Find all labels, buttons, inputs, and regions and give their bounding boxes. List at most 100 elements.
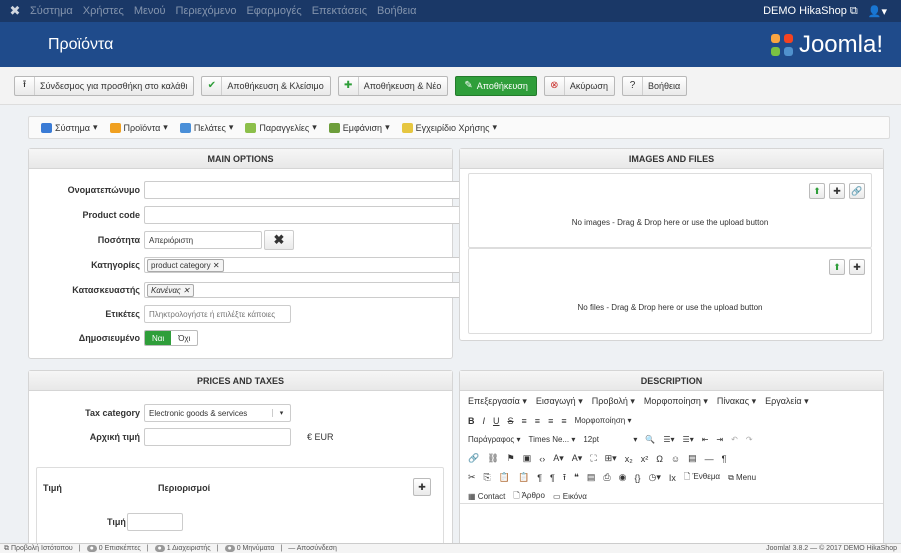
upload-icon[interactable]: ⭱	[563, 470, 566, 486]
published-no[interactable]: Όχι	[171, 333, 198, 343]
bold-icon[interactable]: B	[468, 416, 475, 426]
files-dropzone[interactable]: ⬆ ✚ No files - Drag & Drop here or use t…	[468, 248, 872, 334]
cut-icon[interactable]: ✂	[468, 472, 476, 483]
bullet-list-icon[interactable]: ☰▾	[663, 435, 674, 444]
cancel-button[interactable]: ⊗ Ακύρωση	[543, 75, 615, 96]
site-link[interactable]: DEMO HikaShop ⧉	[763, 5, 858, 18]
menu-users[interactable]: Χρήστες	[83, 5, 124, 17]
font-dropdown[interactable]: Times Ne... ▾	[529, 435, 576, 444]
manufacturer-input[interactable]: Κανένας ✕	[144, 282, 461, 298]
tags-input[interactable]	[144, 305, 291, 323]
print-icon[interactable]: ⎙	[603, 472, 610, 483]
published-yes[interactable]: Ναι	[145, 331, 172, 345]
view-site-link[interactable]: ⧉ Προβολή Ιστότοπου	[4, 545, 73, 553]
copy-icon[interactable]: ⎘	[484, 472, 491, 483]
subscript-icon[interactable]: x₂	[625, 454, 633, 464]
bookmark-icon[interactable]: ⚑	[507, 453, 515, 464]
menu-content[interactable]: Περιεχόμενο	[176, 5, 237, 17]
size-chevron-icon[interactable]: ▾	[633, 435, 637, 444]
emoticons-icon[interactable]: ☺	[671, 454, 680, 464]
editor-menu-insert[interactable]: Εισαγωγή ▾	[536, 396, 583, 407]
categories-input[interactable]: product category ✕	[144, 257, 461, 273]
insert-button[interactable]: 🗋 Ένθεμα	[684, 471, 720, 485]
paragraph-mark-icon[interactable]: ¶	[722, 454, 727, 464]
numbered-list-icon[interactable]: ☰▾	[683, 435, 694, 444]
text-color-icon[interactable]: A▾	[553, 453, 564, 464]
hmenu-manual[interactable]: Εγχειρίδιο Χρήσης ▾	[401, 122, 497, 133]
add-image-button[interactable]: ✚	[829, 183, 845, 199]
hmenu-customers[interactable]: Πελάτες ▾	[179, 122, 233, 133]
clear-format-icon[interactable]: Ix	[669, 473, 676, 483]
category-tag[interactable]: product category ✕	[147, 258, 224, 272]
paste-text-icon[interactable]: 📋	[518, 472, 529, 483]
image-icon[interactable]: ▣	[523, 453, 532, 464]
user-icon[interactable]: 👤▾	[868, 5, 887, 18]
tax-category-select[interactable]: Electronic goods & services ▾	[144, 404, 291, 422]
strikethrough-icon[interactable]: S	[508, 416, 514, 426]
source-icon[interactable]: {}	[634, 473, 640, 483]
contact-button[interactable]: ▦ Contact	[468, 492, 505, 501]
template-icon[interactable]: ▤	[587, 472, 596, 483]
hmenu-system[interactable]: Σύστημα ▾	[41, 122, 98, 133]
align-left-icon[interactable]: ≡	[522, 416, 527, 426]
align-center-icon[interactable]: ≡	[535, 416, 540, 426]
underline-icon[interactable]: U	[493, 416, 500, 426]
add-file-button[interactable]: ✚	[849, 259, 865, 275]
messages-badge[interactable]: ● 0 Μηνύματα	[224, 545, 274, 552]
save-new-button[interactable]: ✚ Αποθήκευση & Νέο	[337, 75, 449, 96]
logout-link[interactable]: — Αποσύνδεση	[288, 545, 337, 552]
hmenu-products[interactable]: Προϊόντα ▾	[109, 122, 168, 133]
unlink-icon[interactable]: ⛓	[487, 453, 498, 464]
background-color-icon[interactable]: A▾	[572, 453, 583, 464]
formats-dropdown[interactable]: Μορφοποίηση ▾	[575, 416, 632, 425]
menu-components[interactable]: Εφαρμογές	[246, 5, 301, 17]
clear-quantity-button[interactable]: ✖	[264, 230, 294, 250]
editor-menu-table[interactable]: Πίνακας ▾	[717, 396, 756, 407]
save-button[interactable]: ✎ Αποθήκευση	[455, 75, 537, 96]
superscript-icon[interactable]: x²	[641, 454, 649, 464]
redo-icon[interactable]: ↷	[746, 435, 753, 444]
add-to-cart-link-button[interactable]: ⭱ Σύνδεσμος για προσθήκη στο καλάθι	[14, 75, 195, 96]
upload-file-button[interactable]: ⬆	[829, 259, 845, 275]
article-button[interactable]: 🗋 Άρθρο	[513, 490, 545, 504]
hmenu-display[interactable]: Εμφάνιση ▾	[328, 122, 390, 133]
hr-icon[interactable]: —	[705, 454, 714, 464]
ltr-icon[interactable]: ¶	[537, 473, 542, 483]
admins-badge[interactable]: ● 1 Διαχειριστής	[154, 545, 211, 552]
code-icon[interactable]: ‹›	[539, 454, 545, 464]
special-char-icon[interactable]: Ω	[656, 454, 663, 464]
italic-icon[interactable]: I	[483, 416, 486, 426]
paste-icon[interactable]: 📋	[499, 472, 510, 483]
outdent-icon[interactable]: ⇤	[702, 435, 709, 444]
preview-icon[interactable]: ◉	[619, 472, 627, 483]
undo-icon[interactable]: ↶	[731, 435, 738, 444]
rtl-icon[interactable]: ¶	[550, 473, 555, 483]
initial-price-input[interactable]	[144, 428, 291, 446]
menu-system[interactable]: Σύστημα	[30, 5, 73, 17]
price-input[interactable]	[127, 513, 183, 531]
joomla-menu-icon[interactable]: ✖	[0, 3, 30, 19]
editor-menu-edit[interactable]: Επεξεργασία ▾	[468, 396, 527, 407]
images-dropzone[interactable]: ⬆ ✚ 🔗 No images - Drag & Drop here or us…	[468, 173, 872, 248]
hmenu-orders[interactable]: Παραγγελίες ▾	[245, 122, 317, 133]
manufacturer-tag[interactable]: Κανένας ✕	[147, 283, 194, 297]
name-input[interactable]	[144, 181, 461, 199]
add-price-button[interactable]: ✚	[413, 478, 431, 496]
menu-extensions[interactable]: Επεκτάσεις	[312, 5, 367, 17]
image-button[interactable]: ▭ Εικόνα	[553, 492, 587, 501]
link-icon[interactable]: 🔗	[468, 453, 479, 464]
visitors-badge[interactable]: ● 0 Επισκέπτες	[86, 545, 141, 552]
menu-button[interactable]: ⧉ Menu	[728, 473, 756, 483]
remove-tag-icon[interactable]: ✕	[183, 286, 190, 295]
table-icon[interactable]: ⊞▾	[605, 453, 617, 464]
media-icon[interactable]: ▤	[688, 453, 697, 464]
editor-menu-tools[interactable]: Εργαλεία ▾	[765, 396, 809, 407]
help-button[interactable]: ? Βοήθεια	[621, 75, 688, 96]
save-close-button[interactable]: ✔ Αποθήκευση & Κλείσιμο	[201, 75, 331, 96]
align-right-icon[interactable]: ≡	[548, 416, 553, 426]
size-dropdown[interactable]: 12pt	[583, 435, 625, 444]
menu-menus[interactable]: Μενού	[134, 5, 166, 17]
editor-menu-view[interactable]: Προβολή ▾	[592, 396, 635, 407]
product-code-input[interactable]	[144, 206, 461, 224]
editor-menu-format[interactable]: Μορφοποίηση ▾	[644, 396, 708, 407]
